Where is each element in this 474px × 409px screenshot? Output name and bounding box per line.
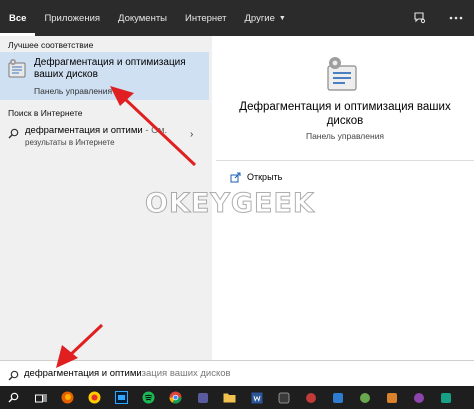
taskbar-app[interactable] (432, 386, 459, 409)
search-query: дефрагментация и оптимизация ваших диско… (24, 368, 231, 379)
defrag-large-icon (322, 54, 362, 99)
open-action-label: Открыть (247, 172, 283, 182)
taskbar-app-explorer[interactable] (216, 386, 243, 409)
watermark: OKEYGEEK (145, 188, 315, 220)
app-icon (197, 392, 208, 403)
chrome-icon (169, 391, 182, 404)
open-icon (230, 172, 241, 182)
yandex-icon (88, 391, 101, 404)
taskbar-app-chrome[interactable] (162, 386, 189, 409)
tab-all[interactable]: Все (0, 0, 36, 36)
search-icon (8, 392, 19, 403)
app-icon (386, 392, 397, 403)
taskbar-app[interactable] (351, 386, 378, 409)
best-match-result[interactable]: Дефрагментация и оптимизация ваших диско… (0, 52, 209, 100)
tab-documents[interactable]: Документы (109, 0, 176, 36)
web-search-query-text: дефрагментация и оптими (25, 125, 143, 136)
tab-apps[interactable]: Приложения (35, 0, 109, 36)
taskbar-app-yandex[interactable] (81, 386, 108, 409)
divider (216, 160, 474, 161)
taskbar-app-word[interactable] (243, 386, 270, 409)
spotify-icon (142, 391, 155, 404)
file-explorer-icon (223, 393, 236, 403)
defrag-control-panel-icon (6, 58, 28, 85)
start-button[interactable] (0, 386, 27, 409)
taskbar-app[interactable] (297, 386, 324, 409)
taskbar-app[interactable] (189, 386, 216, 409)
tab-more-label: Другие (244, 12, 275, 24)
web-search-query: дефрагментация и оптими - См. (25, 125, 167, 136)
app-icon (440, 392, 451, 403)
web-search-subtitle: результаты в Интернете (25, 138, 115, 147)
search-input[interactable]: дефрагментация и оптимизация ваших диско… (0, 360, 474, 386)
app-icon (278, 392, 289, 403)
app-icon (305, 392, 316, 403)
app-icon (413, 392, 424, 403)
web-search-see-more: - См. (145, 125, 168, 136)
details-title: Дефрагментация и оптимизация ваших диско… (239, 101, 451, 127)
tab-more[interactable]: Другие ▼ (235, 0, 294, 36)
task-view-button[interactable] (27, 386, 54, 409)
open-action[interactable]: Открыть (230, 170, 282, 184)
tab-all-label: Все (9, 12, 27, 24)
more-icon (449, 16, 463, 20)
app-icon (332, 392, 343, 403)
tab-apps-label: Приложения (44, 12, 101, 24)
chevron-down-icon: ▼ (278, 14, 286, 22)
word-icon (251, 392, 262, 403)
details-subtitle: Панель управления (305, 131, 385, 141)
taskbar (0, 386, 474, 409)
taskbar-app[interactable] (270, 386, 297, 409)
taskbar-app-spotify[interactable] (135, 386, 162, 409)
tab-documents-label: Документы (118, 12, 168, 24)
taskbar-app[interactable] (378, 386, 405, 409)
best-match-subtitle: Панель управления (34, 86, 113, 96)
search-autocomplete: зация ваших дисков (141, 368, 231, 379)
tab-internet-label: Интернет (185, 12, 227, 24)
more-options-button[interactable] (438, 0, 474, 36)
search-tabs-bar: Все Приложения Документы Интернет Другие… (0, 0, 474, 36)
firefox-icon (61, 391, 74, 404)
feedback-icon (414, 12, 426, 24)
search-typed-text: дефрагментация и оптими (24, 368, 142, 379)
photoshop-icon (115, 391, 128, 404)
task-view-icon (34, 393, 46, 402)
chevron-right-icon[interactable]: › (190, 129, 193, 140)
tab-internet[interactable]: Интернет (176, 0, 235, 36)
taskbar-app[interactable] (324, 386, 351, 409)
feedback-button[interactable] (402, 0, 438, 36)
search-icon (8, 126, 19, 144)
taskbar-app[interactable] (405, 386, 432, 409)
best-match-heading: Лучшее соответствие (8, 40, 94, 50)
search-icon (8, 368, 19, 386)
taskbar-app-firefox[interactable] (54, 386, 81, 409)
web-search-result[interactable]: дефрагментация и оптими - См. результаты… (0, 122, 212, 150)
app-icon (359, 392, 370, 403)
web-search-heading: Поиск в Интернете (8, 108, 83, 118)
taskbar-app-photoshop[interactable] (108, 386, 135, 409)
best-match-title: Дефрагментация и оптимизация ваших диско… (34, 57, 186, 80)
